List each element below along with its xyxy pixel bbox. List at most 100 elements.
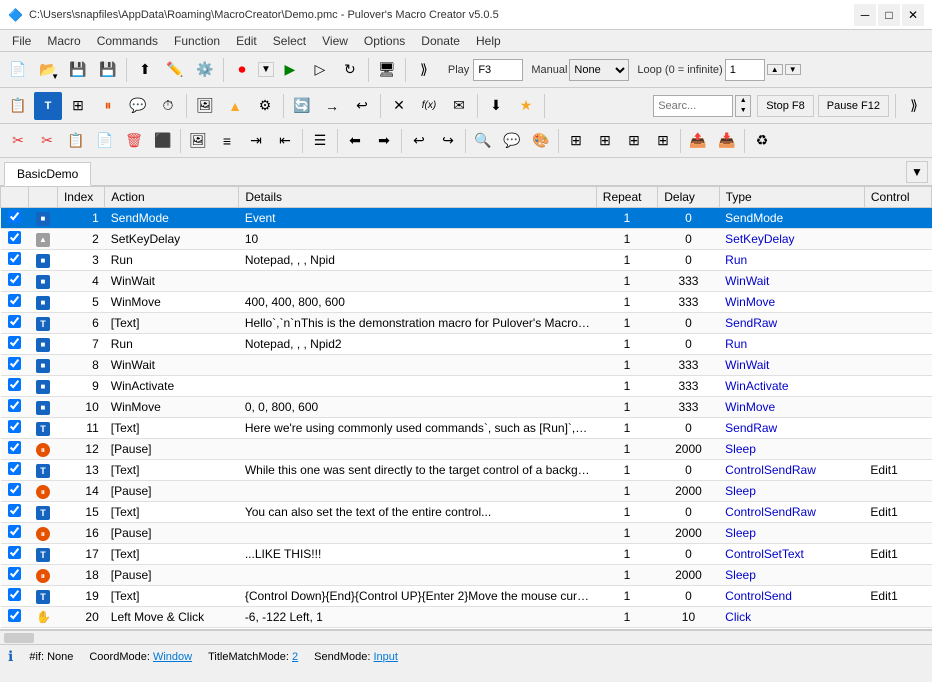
row-checkbox[interactable] xyxy=(8,357,21,370)
row-checkbox[interactable] xyxy=(8,420,21,433)
tb2-speech-button[interactable]: 💬 xyxy=(124,92,152,120)
open-button[interactable]: 📂▼ xyxy=(34,56,62,84)
tb2-download-button[interactable]: ⬇ xyxy=(482,92,510,120)
menu-commands[interactable]: Commands xyxy=(89,32,166,50)
table-row[interactable]: ■3RunNotepad, , , Npid10Run xyxy=(1,250,932,271)
close-button[interactable]: ✕ xyxy=(902,4,924,26)
tb3-speech2[interactable]: 💬 xyxy=(498,127,526,155)
table-row[interactable]: ■4WinWait1333WinWait xyxy=(1,271,932,292)
h-scroll-thumb[interactable] xyxy=(4,633,34,643)
loop-down[interactable]: ▼ xyxy=(785,64,801,75)
pause-button[interactable]: Pause F12 xyxy=(818,95,889,117)
table-row[interactable]: T19[Text]{Control Down}{End}{Control UP}… xyxy=(1,586,932,607)
tb3-align-left[interactable]: ⬅ xyxy=(341,127,369,155)
table-row[interactable]: ■5WinMove400, 400, 800, 6001333WinMove xyxy=(1,292,932,313)
table-row[interactable]: T15[Text]You can also set the text of th… xyxy=(1,502,932,523)
row-checkbox[interactable] xyxy=(8,546,21,559)
save-as-button[interactable]: 💾 xyxy=(94,56,122,84)
table-row[interactable]: ■10WinMove0, 0, 800, 6001333WinMove xyxy=(1,397,932,418)
table-row[interactable]: T11[Text]Here we're using commonly used … xyxy=(1,418,932,439)
row-checkbox[interactable] xyxy=(8,441,21,454)
row-checkbox[interactable] xyxy=(8,483,21,496)
menu-file[interactable]: File xyxy=(4,32,39,50)
row-checkbox[interactable] xyxy=(8,273,21,286)
tb2-refresh-button[interactable]: 🔄 xyxy=(288,92,316,120)
tb3-unindent[interactable]: ⇤ xyxy=(271,127,299,155)
tb3-cut-x[interactable]: ✂ xyxy=(33,127,61,155)
table-row[interactable]: T13[Text]While this one was sent directl… xyxy=(1,460,932,481)
tb3-list[interactable]: ☰ xyxy=(306,127,334,155)
table-row[interactable]: ⏸14[Pause]12000Sleep xyxy=(1,481,932,502)
menu-macro[interactable]: Macro xyxy=(39,32,88,50)
row-checkbox[interactable] xyxy=(8,525,21,538)
tb3-recycle[interactable]: ♻ xyxy=(748,127,776,155)
tb3-copy[interactable]: 📋 xyxy=(62,127,90,155)
expand-button[interactable]: ⟫ xyxy=(410,56,438,84)
tb3-redo[interactable]: ↪ xyxy=(434,127,462,155)
tb3-paste[interactable]: 📄 xyxy=(91,127,119,155)
row-checkbox[interactable] xyxy=(8,567,21,580)
tb2-T-button[interactable]: T xyxy=(34,92,62,120)
row-checkbox[interactable] xyxy=(8,609,21,622)
tb3-image2[interactable]: 🖼 xyxy=(184,127,212,155)
tb2-grid-button[interactable]: ⊞ xyxy=(64,92,92,120)
row-checkbox[interactable] xyxy=(8,504,21,517)
record-button[interactable]: ⏺ xyxy=(228,56,256,84)
expand2-button[interactable]: ⟫ xyxy=(900,92,928,120)
th-action[interactable]: Action xyxy=(105,187,239,208)
tb2-undo-button[interactable]: ↩ xyxy=(348,92,376,120)
horizontal-scrollbar[interactable] xyxy=(0,630,932,644)
loop-up[interactable]: ▲ xyxy=(767,64,783,75)
tb2-star-button[interactable]: ★ xyxy=(512,92,540,120)
tb3-indent[interactable]: ⇥ xyxy=(242,127,270,155)
table-row[interactable]: T17[Text]...LIKE THIS!!!10ControlSetText… xyxy=(1,544,932,565)
table-row[interactable]: ■8WinWait1333WinWait xyxy=(1,355,932,376)
search-input[interactable] xyxy=(653,95,733,117)
tab-basicdemo[interactable]: BasicDemo xyxy=(4,162,91,186)
menu-function[interactable]: Function xyxy=(166,32,228,50)
tb2-x-button[interactable]: ✕ xyxy=(385,92,413,120)
tb3-align[interactable]: ≡ xyxy=(213,127,241,155)
table-row[interactable]: ■7RunNotepad, , , Npid210Run xyxy=(1,334,932,355)
row-checkbox[interactable] xyxy=(8,399,21,412)
title-bar-controls[interactable]: ─ □ ✕ xyxy=(854,4,924,26)
play-hotkey-input[interactable] xyxy=(473,59,523,81)
tab-arrow[interactable]: ▼ xyxy=(906,161,928,183)
th-details[interactable]: Details xyxy=(239,187,596,208)
coord-mode-value[interactable]: Window xyxy=(153,651,192,663)
menu-view[interactable]: View xyxy=(314,32,356,50)
tb3-gallery4[interactable]: ⊞ xyxy=(649,127,677,155)
table-row[interactable]: ■9WinActivate1333WinActivate xyxy=(1,376,932,397)
row-checkbox[interactable] xyxy=(8,294,21,307)
tb2-image-button[interactable]: 🖼 xyxy=(191,92,219,120)
stop-button[interactable]: Stop F8 xyxy=(757,95,814,117)
tb3-gallery2[interactable]: ⊞ xyxy=(591,127,619,155)
row-checkbox[interactable] xyxy=(8,210,21,223)
row-checkbox[interactable] xyxy=(8,588,21,601)
table-row[interactable]: ⏸12[Pause]12000Sleep xyxy=(1,439,932,460)
record-dropdown[interactable]: ▼ xyxy=(258,62,274,77)
menu-help[interactable]: Help xyxy=(468,32,509,50)
tb3-export[interactable]: 📤 xyxy=(684,127,712,155)
row-checkbox[interactable] xyxy=(8,462,21,475)
move-up-button[interactable]: ⬆ xyxy=(131,56,159,84)
row-checkbox[interactable] xyxy=(8,336,21,349)
settings-button[interactable]: ⚙️ xyxy=(191,56,219,84)
save-button[interactable]: 💾 xyxy=(64,56,92,84)
th-type[interactable]: Type xyxy=(719,187,864,208)
tb3-search[interactable]: 🔍 xyxy=(469,127,497,155)
tb3-select-all[interactable]: ⬛ xyxy=(149,127,177,155)
tb3-color[interactable]: 🎨 xyxy=(527,127,555,155)
tb3-delete[interactable]: 🗑 xyxy=(120,127,148,155)
tb3-undo[interactable]: ↩ xyxy=(405,127,433,155)
menu-options[interactable]: Options xyxy=(356,32,413,50)
tb2-arrow-button[interactable]: → xyxy=(318,92,346,120)
screen-capture-button[interactable]: 🖥 xyxy=(373,56,401,84)
minimize-button[interactable]: ─ xyxy=(854,4,876,26)
send-mode-value[interactable]: Input xyxy=(374,651,398,663)
play-current-button[interactable]: ▷ xyxy=(306,56,334,84)
tb2-timer-button[interactable]: ⏱ xyxy=(154,92,182,120)
tb2-orange-circle[interactable]: ⏸ xyxy=(94,92,122,120)
table-row[interactable]: T6[Text]Hello`,`n`nThis is the demonstra… xyxy=(1,313,932,334)
menu-edit[interactable]: Edit xyxy=(228,32,265,50)
